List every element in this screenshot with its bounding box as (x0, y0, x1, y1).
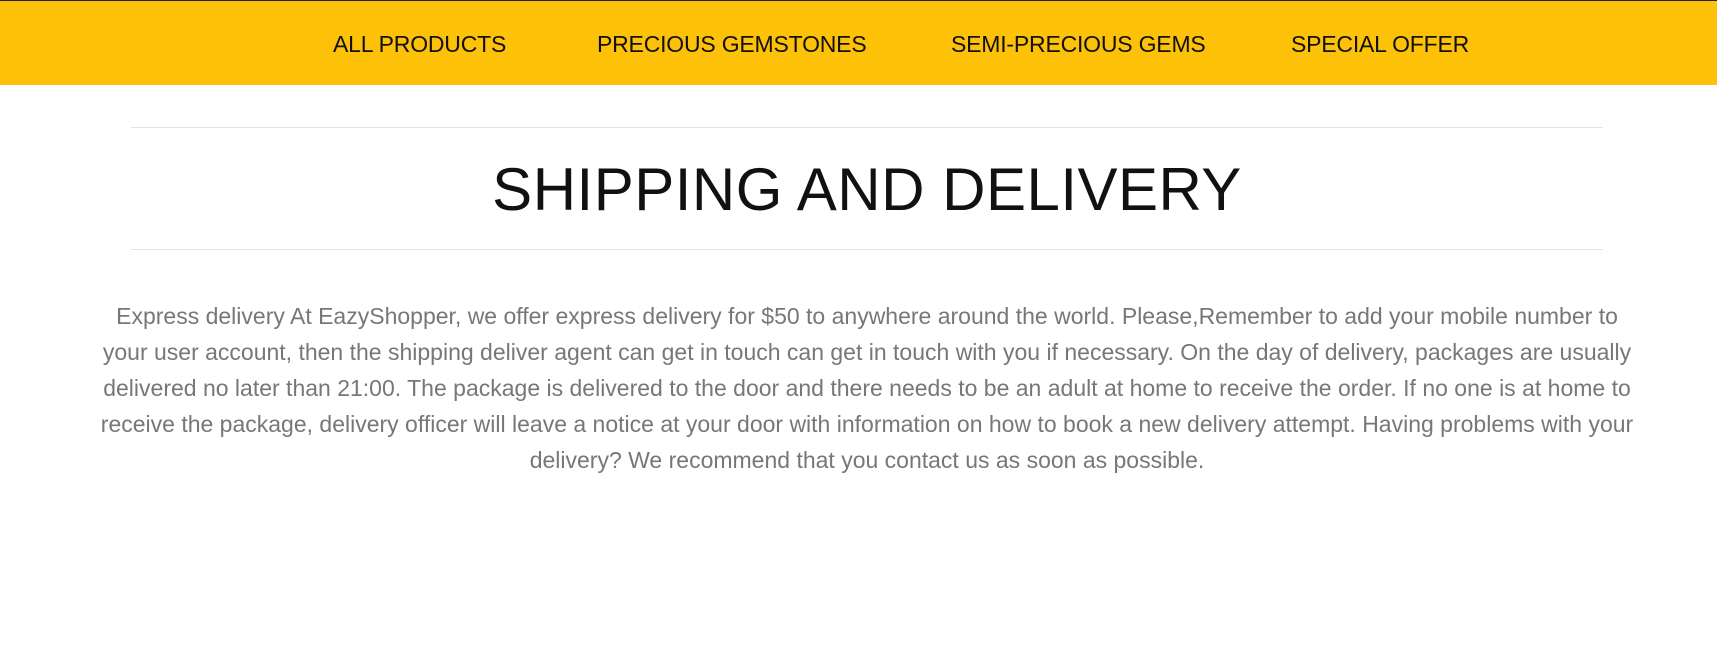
nav-item-precious-gemstones[interactable]: PRECIOUS GEMSTONES (597, 30, 867, 58)
nav-item-special-offer[interactable]: SPECIAL OFFER (1291, 30, 1469, 58)
nav-item-semi-precious-gems[interactable]: SEMI-PRECIOUS GEMS (951, 30, 1206, 58)
page-title: SHIPPING AND DELIVERY (492, 156, 1242, 223)
title-divider-top (131, 127, 1603, 128)
title-divider-bottom (131, 249, 1603, 250)
nav-item-all-products[interactable]: ALL PRODUCTS (333, 30, 506, 58)
top-navigation-bar: ALL PRODUCTS PRECIOUS GEMSTONES SEMI-PRE… (0, 0, 1717, 85)
shipping-info-paragraph: Express delivery At EazyShopper, we offe… (100, 303, 1634, 473)
